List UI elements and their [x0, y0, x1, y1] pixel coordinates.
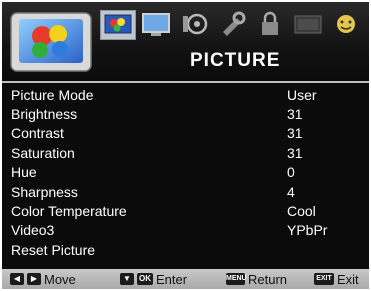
- menu-item-saturation[interactable]: Saturation 31: [2, 144, 369, 163]
- screen-tab-icon: [142, 13, 170, 36]
- menu-item-label: Video3: [11, 222, 55, 238]
- menu-item-label: Picture Mode: [11, 87, 94, 103]
- lock-tab-icon: [262, 11, 278, 35]
- return-hint: MENU Return: [226, 269, 287, 289]
- menu-item-value: 31: [287, 125, 303, 141]
- setup-tab[interactable]: [215, 10, 251, 40]
- menu-item-label: Brightness: [11, 106, 78, 122]
- menu-item-value: 31: [287, 106, 303, 122]
- menu-item-value: 31: [287, 145, 303, 161]
- channel-tab[interactable]: [291, 10, 327, 40]
- menu-item-sharpness[interactable]: Sharpness 4: [2, 183, 369, 202]
- menu-item-video3[interactable]: Video3 YPbPr: [2, 221, 369, 240]
- menu-item-value: 0: [287, 164, 295, 180]
- menu-item-color-temperature[interactable]: Color Temperature Cool: [2, 202, 369, 221]
- menu-header: PICTURE: [2, 2, 369, 80]
- menu-item-hue[interactable]: Hue 0: [2, 163, 369, 182]
- move-hint: ◀ ▶ Move: [10, 269, 76, 289]
- key-hint-bar: ◀ ▶ Move ▼ OK Enter MENU Return EXIT Exi…: [2, 269, 369, 289]
- menu-item-value: 4: [287, 184, 295, 200]
- menu-item-label: Reset Picture: [11, 242, 96, 258]
- menu-item-brightness[interactable]: Brightness 31: [2, 105, 369, 124]
- menu-item-label: Sharpness: [11, 184, 78, 200]
- ok-key-icon: OK: [137, 273, 153, 285]
- enter-hint-label: Enter: [156, 271, 188, 287]
- right-arrow-key-icon: ▶: [27, 273, 41, 285]
- fun-tab[interactable]: [329, 10, 365, 40]
- fun-tab-icon: [337, 15, 355, 33]
- exit-hint: EXIT Exit: [314, 269, 359, 289]
- menu-item-picture-mode[interactable]: Picture Mode User: [2, 86, 369, 105]
- menu-item-reset-picture[interactable]: Reset Picture: [2, 241, 369, 260]
- menu-item-label: Hue: [11, 164, 37, 180]
- enter-hint: ▼ OK Enter: [120, 269, 187, 289]
- menu-item-label: Saturation: [11, 145, 75, 161]
- down-arrow-key-icon: ▼: [120, 273, 134, 285]
- menu-title: PICTURE: [190, 50, 281, 71]
- menu-item-value: YPbPr: [287, 222, 328, 238]
- menu-key-icon: MENU: [226, 273, 247, 285]
- picture-tab[interactable]: [100, 10, 136, 40]
- sound-tab[interactable]: [177, 10, 213, 40]
- sound-tab-icon: [183, 13, 208, 35]
- screen-tab[interactable]: [139, 10, 175, 40]
- menu-item-label: Contrast: [11, 125, 64, 141]
- channel-tab-icon: [294, 15, 322, 34]
- menu-item-label: Color Temperature: [11, 203, 127, 219]
- return-hint-label: Return: [248, 271, 288, 287]
- left-arrow-key-icon: ◀: [10, 273, 24, 285]
- header-divider: [2, 81, 369, 83]
- exit-key-icon: EXIT: [314, 273, 334, 285]
- exit-hint-label: Exit: [337, 271, 359, 287]
- picture-tab-icon: [104, 14, 132, 34]
- lock-tab[interactable]: [253, 10, 289, 40]
- picture-category-icon: [10, 12, 92, 72]
- menu-item-value: User: [287, 87, 317, 103]
- tv-osd-menu: PICTURE Picture Mode User Brightness 31 …: [2, 2, 369, 289]
- move-hint-label: Move: [44, 271, 76, 287]
- menu-item-contrast[interactable]: Contrast 31: [2, 124, 369, 143]
- menu-item-value: Cool: [287, 203, 316, 219]
- setup-tab-icon: [223, 11, 246, 36]
